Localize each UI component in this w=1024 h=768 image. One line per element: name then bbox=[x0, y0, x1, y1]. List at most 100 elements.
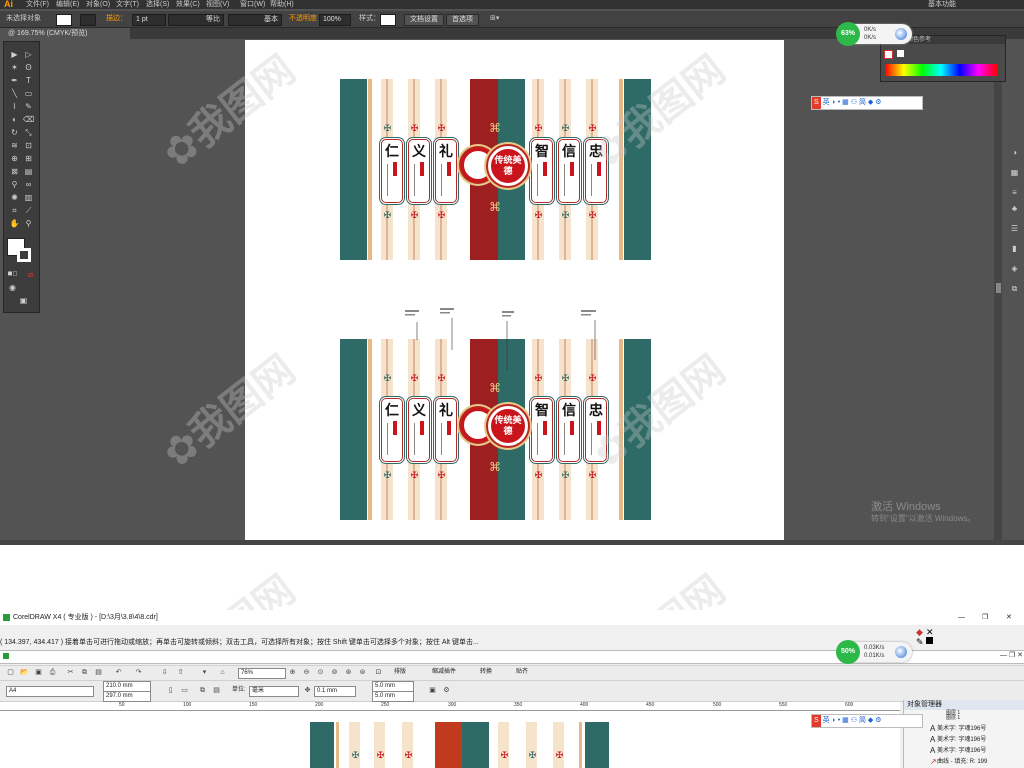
new-file-icon[interactable]: ▢ bbox=[6, 668, 15, 677]
pan-icon[interactable]: ⊡ bbox=[374, 668, 383, 677]
redo-icon[interactable]: ↷ bbox=[134, 668, 143, 677]
application-launcher-icon[interactable]: ▾ bbox=[200, 668, 209, 677]
horizontal-ruler[interactable]: 50 100 150 200 250 300 350 400 450 500 5… bbox=[0, 702, 900, 711]
selection-tool-icon[interactable]: ▶ bbox=[9, 50, 20, 59]
network-monitor[interactable]: 50% 0.03K/s 0.01K/s bbox=[836, 640, 912, 664]
gradient-tool-icon[interactable]: ▤ bbox=[23, 167, 34, 176]
typeset-plugin[interactable]: 排版 bbox=[394, 668, 406, 677]
eraser-tool-icon[interactable]: ⌫ bbox=[23, 115, 34, 124]
virtue-card-xin[interactable]: 信 bbox=[558, 398, 580, 462]
ime-language[interactable]: 英 bbox=[823, 717, 830, 724]
open-file-icon[interactable]: 📂 bbox=[20, 668, 29, 677]
brush-definition[interactable]: 基本 bbox=[228, 14, 282, 26]
rectangle-tool-icon[interactable]: ▭ bbox=[23, 89, 34, 98]
none-swatch-icon[interactable] bbox=[884, 50, 893, 59]
ime-language[interactable]: 英 bbox=[823, 99, 830, 106]
width-tool-icon[interactable]: ≋ bbox=[9, 141, 20, 150]
pen-tool-icon[interactable]: ✒ bbox=[9, 76, 20, 85]
snap-plugin[interactable]: 贴齐 bbox=[516, 668, 528, 677]
line-tool-icon[interactable]: ╲ bbox=[9, 89, 20, 98]
ime-mode[interactable]: 简 bbox=[859, 99, 866, 106]
paste-icon[interactable]: ▤ bbox=[94, 668, 103, 677]
stroke-panel-icon[interactable]: ☰ bbox=[1009, 224, 1020, 233]
rotate-tool-icon[interactable]: ↻ bbox=[9, 128, 20, 137]
menu-view[interactable]: 视图(V) bbox=[206, 0, 229, 9]
type-tool-icon[interactable]: T bbox=[23, 76, 34, 85]
horizontal-scrollbar[interactable] bbox=[0, 540, 1024, 545]
virtue-card-xin[interactable]: 信 bbox=[558, 139, 580, 203]
artboard-tool-icon[interactable]: ⌗ bbox=[9, 206, 20, 215]
options-icon[interactable]: ⚙ bbox=[442, 686, 451, 695]
virtue-card-yi[interactable]: 义 bbox=[408, 139, 430, 203]
white-swatch[interactable] bbox=[897, 50, 904, 57]
welcome-screen-icon[interactable]: ⌂ bbox=[218, 668, 227, 677]
menu-file[interactable]: 文件(F) bbox=[26, 0, 49, 9]
fill-swatch[interactable] bbox=[56, 14, 72, 26]
eyedropper-tool-icon[interactable]: ⚲ bbox=[9, 180, 20, 189]
page-size-select[interactable]: A4 bbox=[6, 686, 94, 697]
zoom-page-icon[interactable]: ⊛ bbox=[344, 668, 353, 677]
ime-mode[interactable]: 简 bbox=[859, 717, 866, 724]
landscape-icon[interactable]: ▭ bbox=[180, 686, 189, 695]
virtue-card-li[interactable]: 礼 bbox=[435, 139, 457, 203]
nudge-input[interactable]: 0.1 mm bbox=[314, 686, 356, 697]
reduce-plugin[interactable]: 缩减插件 bbox=[432, 668, 456, 677]
hand-tool-icon[interactable]: ✋ bbox=[9, 219, 20, 228]
mesh-tool-icon[interactable]: ⊠ bbox=[9, 167, 20, 176]
slice-tool-icon[interactable]: ⟋ bbox=[23, 206, 34, 215]
object-row-artistic-text[interactable]: 美术字: 字魂196号 bbox=[937, 746, 986, 756]
stroke-swatch[interactable] bbox=[80, 14, 96, 26]
zoom-tool-icon[interactable]: ⚲ bbox=[23, 219, 34, 228]
blend-tool-icon[interactable]: ∞ bbox=[23, 180, 34, 189]
virtue-card-yi[interactable]: 义 bbox=[408, 398, 430, 462]
virtue-card-zhong[interactable]: 忠 bbox=[585, 398, 607, 462]
free-transform-tool-icon[interactable]: ⊡ bbox=[23, 141, 34, 150]
scale-tool-icon[interactable]: ⤡ bbox=[23, 128, 34, 137]
print-icon[interactable]: ⎙ bbox=[48, 668, 57, 677]
traditional-virtue-medal[interactable]: 传统美德 bbox=[488, 146, 528, 186]
virtue-card-ren[interactable]: 仁 bbox=[381, 139, 403, 203]
symbol-sprayer-tool-icon[interactable]: ✺ bbox=[9, 193, 20, 202]
stroke-color-icon[interactable] bbox=[17, 248, 31, 262]
swatches-panel-icon[interactable]: ▦ bbox=[1009, 168, 1020, 177]
stroke-weight-input[interactable]: 1 pt bbox=[132, 14, 166, 26]
symbols-panel-icon[interactable]: ♣ bbox=[1009, 204, 1020, 213]
workspace-switcher[interactable]: 基本功能 bbox=[928, 0, 956, 9]
convert-plugin[interactable]: 转换 bbox=[480, 668, 492, 677]
duplicate-y-input[interactable]: 5.0 mm bbox=[372, 691, 414, 702]
import-icon[interactable]: ⇩ bbox=[160, 668, 169, 677]
virtue-card-ren[interactable]: 仁 bbox=[381, 398, 403, 462]
color-spectrum-bar[interactable] bbox=[885, 64, 997, 76]
all-pages-icon[interactable]: ⧉ bbox=[198, 686, 207, 695]
object-row-curve[interactable]: 曲线 - 填充: R: 199 bbox=[937, 757, 987, 767]
traditional-virtue-medal[interactable]: 传统美德 bbox=[488, 406, 528, 446]
close-button[interactable]: ✕ bbox=[1006, 610, 1012, 625]
virtue-card-li[interactable]: 礼 bbox=[435, 398, 457, 462]
brushes-panel-icon[interactable]: ≡ bbox=[1009, 188, 1020, 197]
coreldraw-canvas[interactable]: ✠ ✠ ✠ ✠ ✠ ✠ bbox=[8, 711, 900, 768]
virtue-card-zhi[interactable]: 智 bbox=[531, 398, 553, 462]
style-swatch[interactable] bbox=[380, 14, 396, 26]
menu-effect[interactable]: 效果(C) bbox=[176, 0, 200, 9]
portrait-icon[interactable]: ▯ bbox=[166, 686, 175, 695]
scrollbar-thumb[interactable] bbox=[996, 283, 1001, 293]
zoom-level-select[interactable]: 76% bbox=[238, 668, 286, 679]
preferences-button[interactable]: 首选项 bbox=[446, 14, 479, 26]
export-icon[interactable]: ⇧ bbox=[176, 668, 185, 677]
graph-tool-icon[interactable]: ▥ bbox=[23, 193, 34, 202]
variable-width-profile[interactable]: 等比 bbox=[168, 14, 224, 26]
none-color-icon[interactable]: ⧄ bbox=[25, 270, 36, 279]
save-icon[interactable]: ▣ bbox=[34, 668, 43, 677]
ime-toolbar[interactable]: S英 ◗ • ▦ ⚇ 简 ◆ ⚙ bbox=[811, 96, 923, 110]
zoom-width-icon[interactable]: ⊜ bbox=[358, 668, 367, 677]
accelerator-ball-icon[interactable] bbox=[895, 646, 907, 658]
opacity-input[interactable]: 100% bbox=[319, 14, 351, 26]
cut-icon[interactable]: ✂ bbox=[66, 668, 75, 677]
magic-wand-tool-icon[interactable]: ✶ bbox=[9, 63, 20, 72]
maximize-button[interactable]: ❐ bbox=[982, 610, 988, 625]
lasso-tool-icon[interactable]: ʘ bbox=[23, 63, 34, 72]
shape-builder-tool-icon[interactable]: ⊕ bbox=[9, 154, 20, 163]
pencil-tool-icon[interactable]: ✎ bbox=[23, 102, 34, 111]
ime-toolbar[interactable]: S英 ◗ • ▦ ⚇ 简 ◆ ⚙ bbox=[811, 714, 923, 728]
arrange-icon[interactable]: ⊞▾ bbox=[490, 14, 499, 24]
